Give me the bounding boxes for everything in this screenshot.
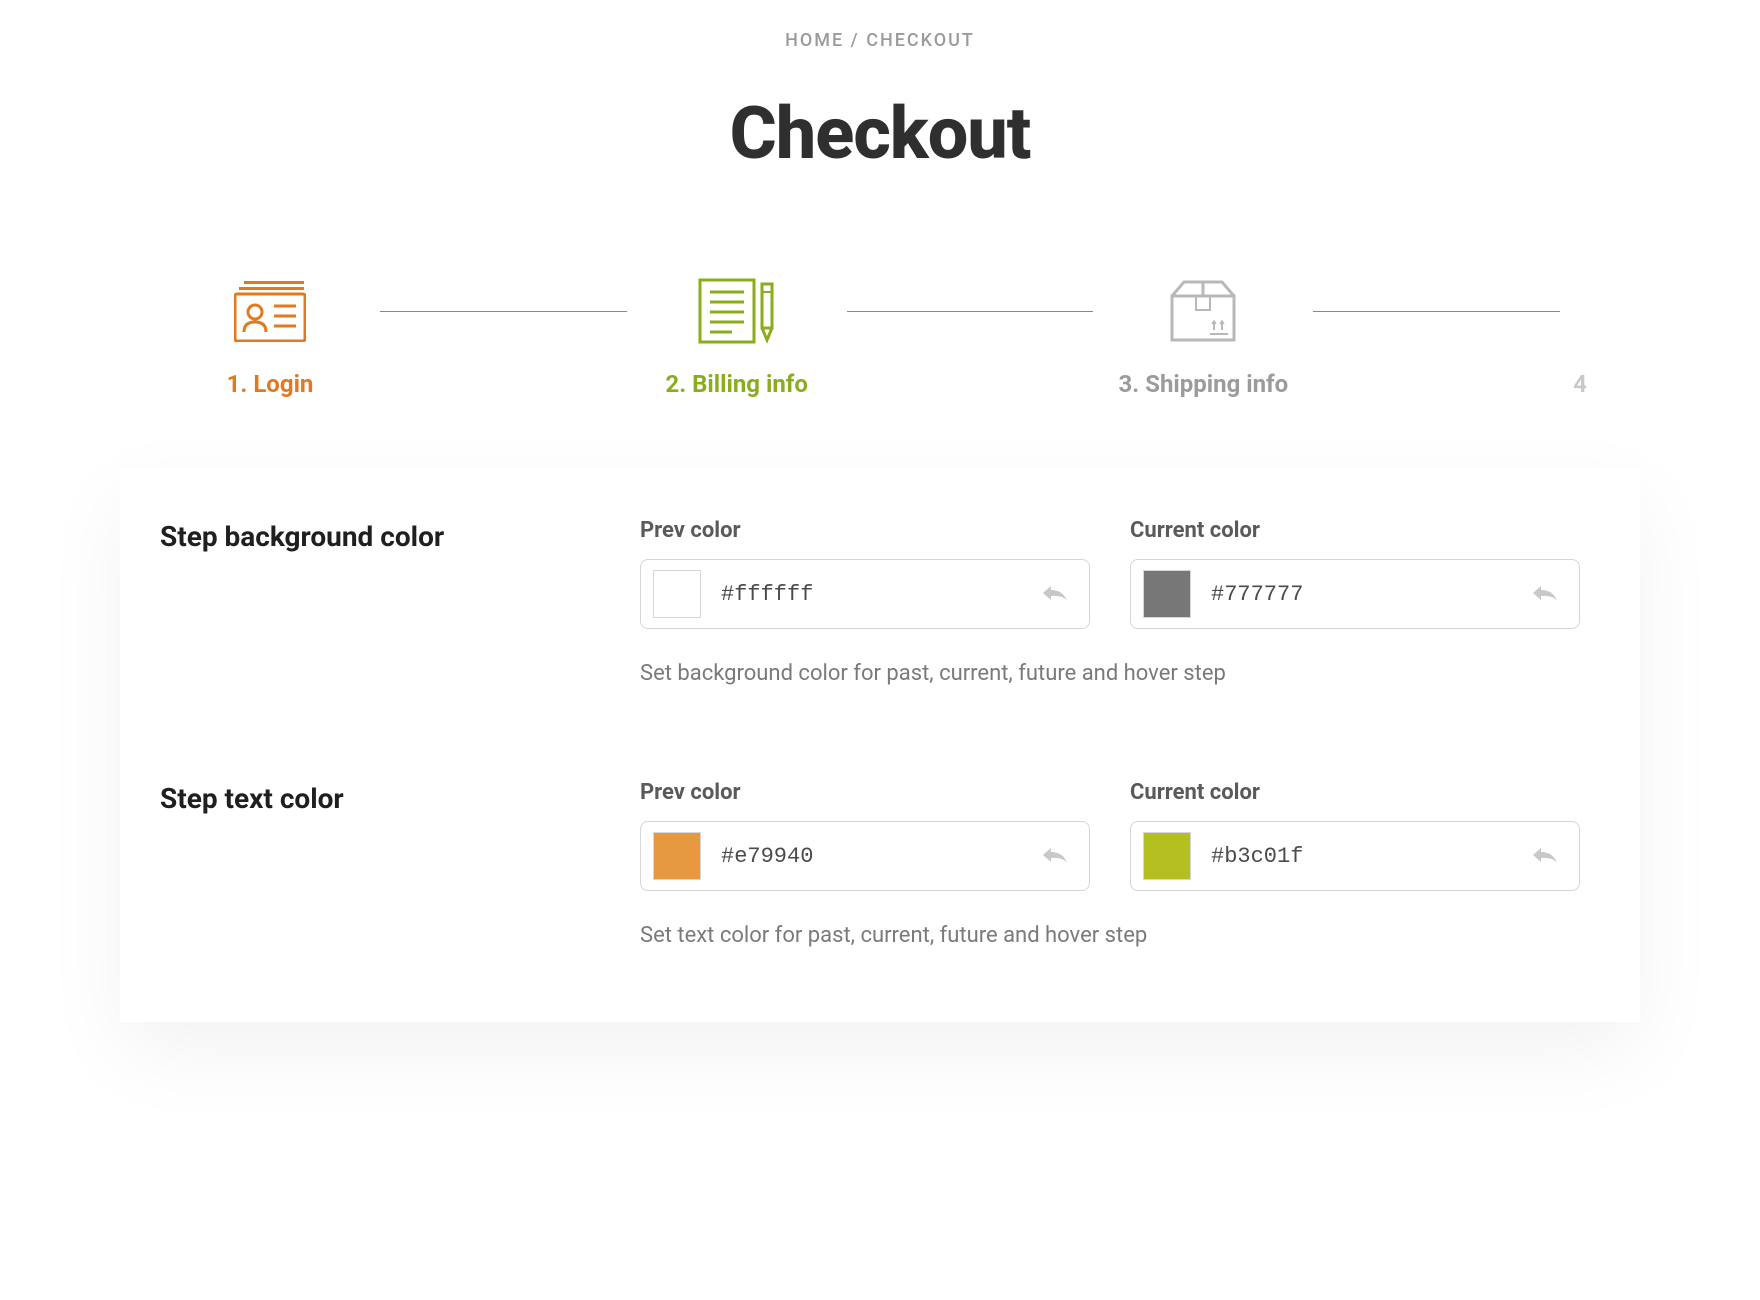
- reset-button[interactable]: [1527, 841, 1563, 871]
- step-connector: [1313, 311, 1560, 312]
- step-shipping[interactable]: 3. Shipping info: [1093, 276, 1313, 398]
- settings-card: Step background color Prev color: [120, 468, 1640, 1022]
- reset-button[interactable]: [1037, 579, 1073, 609]
- color-swatch[interactable]: [1143, 832, 1191, 880]
- color-input-text-current[interactable]: [1130, 821, 1580, 891]
- color-value-input[interactable]: [721, 844, 1037, 869]
- step-label: 2. Billing info: [665, 370, 808, 398]
- color-swatch[interactable]: [1143, 570, 1191, 618]
- package-box-icon: [1170, 276, 1236, 346]
- step-billing[interactable]: 2. Billing info: [627, 276, 847, 398]
- page-title: Checkout: [120, 91, 1640, 176]
- color-value-input[interactable]: [1211, 844, 1527, 869]
- color-swatch[interactable]: [653, 570, 701, 618]
- step-label: 4: [1573, 370, 1587, 398]
- color-input-bg-current[interactable]: [1130, 559, 1580, 629]
- color-value-input[interactable]: [721, 582, 1037, 607]
- setting-row-text-color: Step text color Prev color: [160, 780, 1580, 952]
- breadcrumb-current: CHECKOUT: [866, 30, 975, 51]
- color-input-text-prev[interactable]: [640, 821, 1090, 891]
- step-connector: [380, 311, 627, 312]
- breadcrumb-separator: /: [844, 30, 866, 51]
- reset-button[interactable]: [1527, 579, 1563, 609]
- undo-arrow-icon: [1041, 845, 1069, 867]
- step-label: 3. Shipping info: [1119, 370, 1289, 398]
- color-swatch[interactable]: [653, 832, 701, 880]
- undo-arrow-icon: [1531, 583, 1559, 605]
- breadcrumb: HOME / CHECKOUT: [120, 30, 1640, 51]
- setting-title: Step text color: [160, 780, 640, 815]
- setting-title: Step background color: [160, 518, 640, 553]
- color-input-bg-prev[interactable]: [640, 559, 1090, 629]
- setting-description: Set background color for past, current, …: [640, 657, 1580, 690]
- breadcrumb-home-link[interactable]: HOME: [785, 30, 844, 51]
- field-label-current: Current color: [1130, 518, 1580, 543]
- undo-arrow-icon: [1531, 845, 1559, 867]
- setting-description: Set text color for past, current, future…: [640, 919, 1580, 952]
- checkout-steps: 1. Login 2. Billing info: [120, 276, 1640, 398]
- step-login[interactable]: 1. Login: [160, 276, 380, 398]
- undo-arrow-icon: [1041, 583, 1069, 605]
- login-card-icon: [234, 276, 306, 346]
- setting-row-bg-color: Step background color Prev color: [160, 518, 1580, 690]
- field-label-current: Current color: [1130, 780, 1580, 805]
- color-value-input[interactable]: [1211, 582, 1527, 607]
- field-label-prev: Prev color: [640, 780, 1090, 805]
- field-label-prev: Prev color: [640, 518, 1090, 543]
- step-connector: [847, 311, 1094, 312]
- reset-button[interactable]: [1037, 841, 1073, 871]
- document-pen-icon: [698, 276, 776, 346]
- step-four[interactable]: 4: [1560, 276, 1600, 398]
- step-label: 1. Login: [227, 370, 314, 398]
